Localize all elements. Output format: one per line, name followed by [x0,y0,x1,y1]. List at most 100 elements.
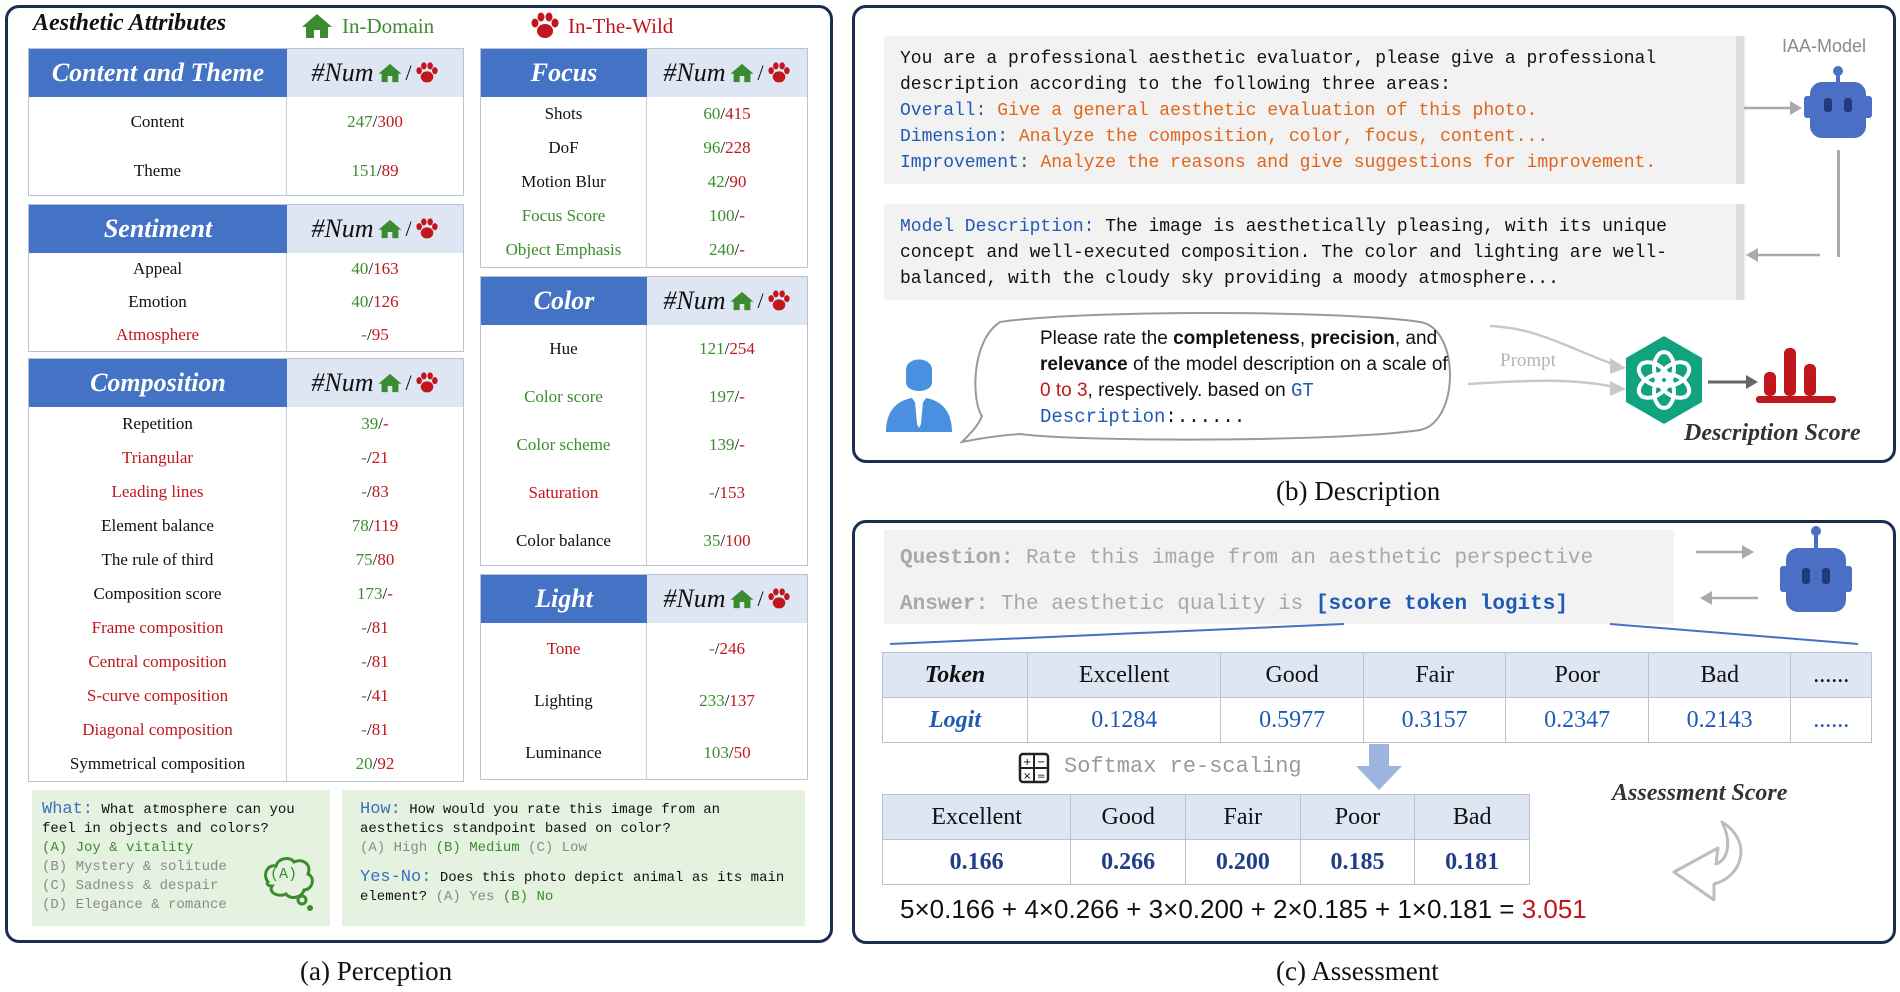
attribute-count: 39 / - [361,414,389,433]
what-key: What: [42,800,94,819]
model-description-box: Model Description: The image is aestheti… [884,204,1746,300]
in-wild-count: 81 [371,720,389,739]
table-composition: Composition #Num / Repetition 39 / - Triangul… [28,358,464,782]
attribute-label: Luminance [481,727,647,779]
bubble-part3: , and [1394,328,1438,349]
token-cell: Fair [1362,652,1507,698]
num-label: #Num [663,584,726,613]
how-key: How: [360,800,401,819]
yesno-key: Yes-No: [360,868,432,887]
attribute-row: Shots 60 / 415 [481,97,807,131]
prob-value-cell: 0.266 [1070,839,1186,885]
attribute-row: Motion Blur 42 / 90 [481,165,807,199]
thought-badge: (A) [270,866,298,883]
in-wild-count: 163 [373,259,399,279]
prob-value-cell: 0.200 [1184,839,1301,885]
attribute-count: 60 / 415 [703,104,751,123]
table-title: Light [481,575,647,623]
logit-header: Logit [882,697,1028,743]
bubble-part2: , [1299,328,1311,349]
attribute-row: Leading lines - / 83 [29,475,463,509]
in-wild-count: 254 [729,339,755,358]
in-wild-count: 153 [719,483,745,502]
in-wild-count: 81 [371,652,389,671]
answer-value: The aesthetic quality is [1000,593,1304,616]
attribute-label: Tone [481,623,647,675]
attribute-label: Frame composition [29,611,287,645]
table-color: Color #Num / Hue 121 / 254 Color score 197 / -… [480,276,808,566]
logit-cell: ...... [1790,697,1872,743]
attribute-label: Theme [29,146,287,195]
attribute-label: Saturation [481,469,647,517]
table-title: Color [481,277,647,325]
attribute-label: Diagonal composition [29,713,287,747]
legend-in-domain: In-Domain [300,12,434,40]
prompt-arrow-label: Prompt [1500,350,1556,371]
table-content-theme: Content and Theme #Num / Content 247 / 300 Th… [28,48,464,196]
perception-title: Aesthetic Attributes [33,10,227,36]
attribute-label: Atmosphere [29,318,287,352]
table-header: Sentiment #Num / [29,205,463,253]
perception-caption: (a) Perception [300,956,453,986]
attribute-row: Element balance 78 / 119 [29,509,463,543]
assessment-caption: (c) Assessment [1276,956,1439,986]
svg-text:=: = [1037,771,1045,782]
description-arrows [1744,101,1820,262]
in-domain-count: 240 [709,240,735,259]
num-label: #Num [663,286,726,315]
svg-text:−: − [1037,757,1045,768]
iaa-model-label: IAA-Model [1782,36,1867,56]
attribute-count: - / 81 [361,652,389,671]
table-header: Focus #Num / [481,49,807,97]
attribute-count: - / 83 [361,482,389,501]
how-option-a: (A) High [360,840,428,856]
token-cell: Poor [1505,652,1649,698]
table-header: Light #Num / [481,575,807,623]
attribute-count: 151 / 89 [351,160,399,180]
token-cell: Excellent [1026,652,1222,698]
answer-key: Answer: [900,593,989,616]
attribute-label: Color scheme [481,421,647,469]
table-header: Composition #Num / [29,359,463,407]
token-cell: ...... [1790,652,1872,698]
in-wild-count: - [387,584,393,603]
how-question-box: How: How would you rate this image from … [342,790,805,926]
answer-token: [score token logits] [1315,593,1568,616]
bubble-completeness: completeness [1173,328,1300,349]
calculator-icon: + − × = [1018,752,1050,784]
attribute-label: Color score [481,373,647,421]
attribute-row: Luminance 103 / 50 [481,727,807,779]
num-label: #Num [311,58,374,87]
in-domain-count: 20 [355,754,373,773]
in-domain-count: 60 [703,104,721,123]
attribute-label: The rule of third [29,543,287,577]
in-domain-count: 247 [347,111,373,131]
in-wild-count: 21 [371,448,389,467]
attribute-row: Emotion 40 / 126 [29,285,463,319]
prob-value-cell: 0.166 [881,839,1072,885]
attribute-count: - / 95 [361,324,389,344]
bubble-precision: precision [1310,328,1395,349]
attribute-count: 173 / - [357,584,393,603]
logit-cell: 0.2143 [1647,697,1792,743]
attribute-count: - / 153 [709,483,745,502]
bubble-end: :...... [1165,406,1246,428]
in-wild-count: 228 [725,138,751,157]
desc-arrow-vertical [1837,150,1840,257]
attribute-row: Content 247 / 300 [29,97,463,146]
paw-icon [768,588,790,609]
attribute-count: 78 / 119 [351,516,399,535]
thought-bubble-icon [264,857,314,911]
in-domain-count: 197 [709,387,735,406]
in-wild-count: - [739,387,745,406]
logit-cell: 0.5977 [1220,697,1364,743]
attribute-count: 100 / - [709,206,745,225]
yesno-option-a: (A) Yes [435,889,495,905]
in-wild-count: 300 [377,111,403,131]
attribute-count: 75 / 80 [355,550,395,569]
house-icon [730,589,753,609]
formula-result: 3.051 [1521,894,1587,924]
bubble-part1: Please rate the [1040,328,1174,349]
paw-icon [531,12,559,38]
token-header: Token [882,652,1028,698]
